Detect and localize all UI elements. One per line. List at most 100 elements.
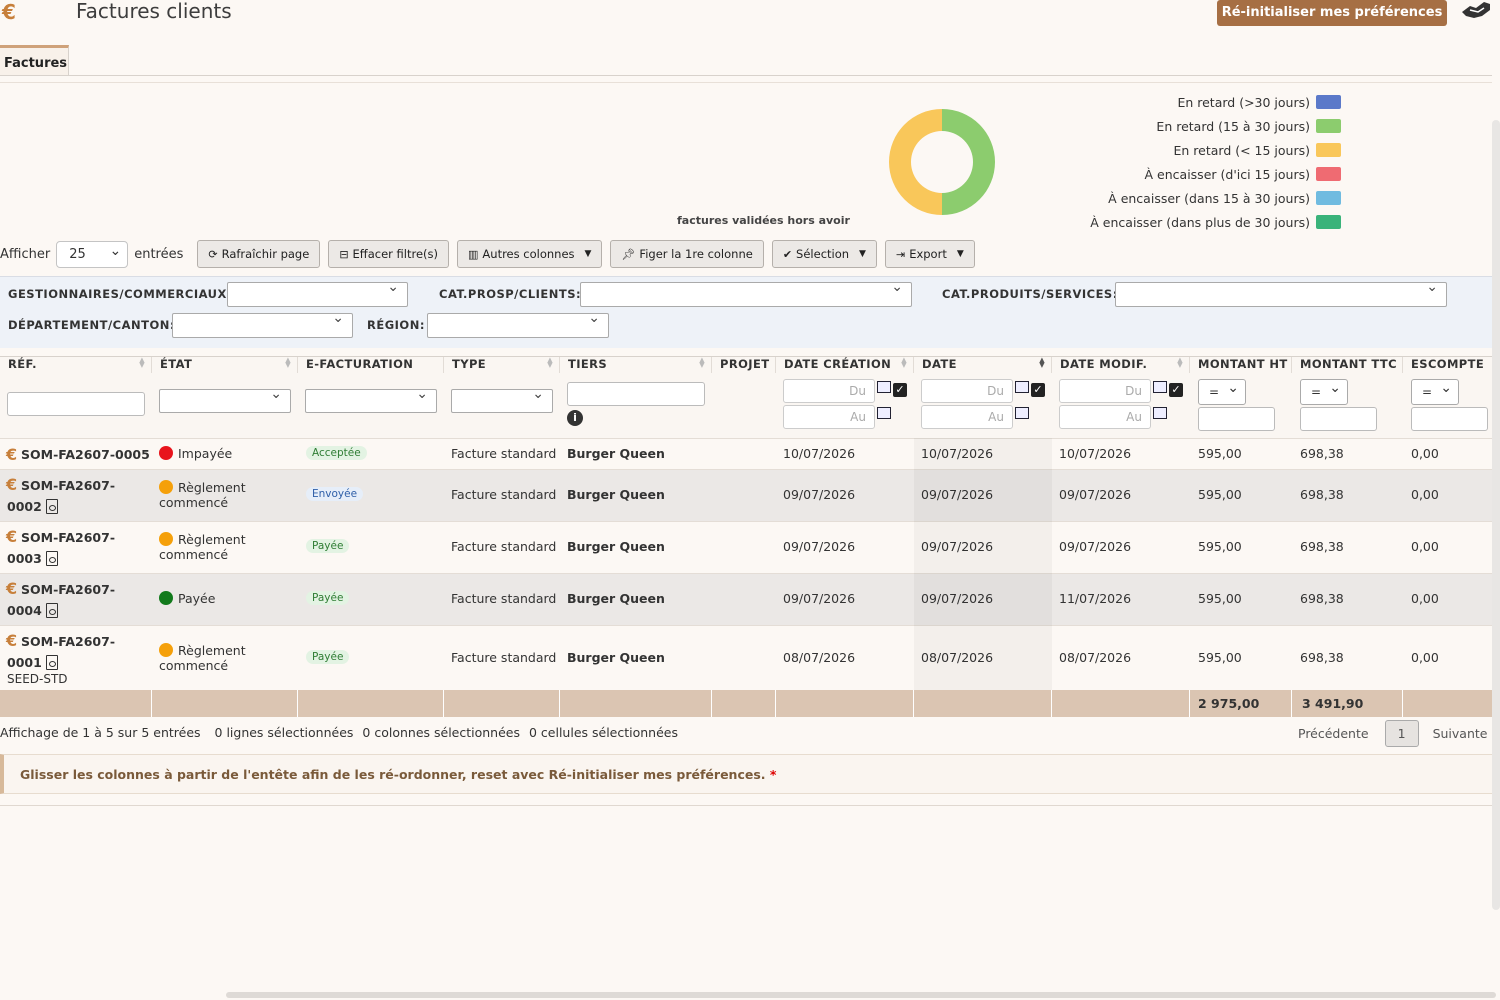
chart-title: factures validées hors avoir xyxy=(677,214,850,227)
tiers-link[interactable]: Burger Queen xyxy=(567,539,665,554)
gestionnaires-label: GESTIONNAIRES/COMMERCIAUX: xyxy=(8,287,232,301)
date-modif-to-input[interactable]: Au xyxy=(1059,405,1151,429)
ttc-operator-select[interactable]: = xyxy=(1300,376,1348,405)
date-to-input[interactable]: Au xyxy=(921,405,1013,429)
pdf-icon[interactable] xyxy=(45,551,58,566)
montant-ht-cell: 595,00 xyxy=(1198,591,1242,606)
vertical-scrollbar[interactable] xyxy=(1492,120,1500,910)
invoice-ref-suffix[interactable]: 0002 xyxy=(7,496,58,517)
status-label: Règlement xyxy=(178,532,246,547)
freeze-column-button[interactable]: 📌︎ Figer la 1re colonne xyxy=(610,240,764,268)
table-row[interactable]: € SOM-FA2607-0005 Impayée Acceptée Facture s… xyxy=(0,438,1492,469)
date-from-input[interactable]: Du xyxy=(921,379,1013,403)
col-header-etat[interactable]: ÉTAT ▲ ▼ xyxy=(152,357,298,373)
etat-filter-select[interactable] xyxy=(159,386,291,413)
export-button[interactable]: ⇥ Export ▼ xyxy=(884,240,975,268)
col-type-label: TYPE xyxy=(452,357,487,371)
pdf-icon[interactable] xyxy=(45,499,58,514)
col-header-type[interactable]: TYPE ▲ ▼ xyxy=(444,357,560,373)
invoice-ref-link[interactable]: SOM-FA2607- xyxy=(21,475,115,496)
col-header-date-creation[interactable]: DATE CRÉATION ▲ ▼ xyxy=(776,357,914,373)
status-label: Règlement xyxy=(178,642,246,658)
other-columns-button[interactable]: ▥ Autres colonnes ▼ xyxy=(457,240,603,268)
region-select[interactable] xyxy=(427,310,609,338)
invoice-ref-suffix[interactable]: 0003 xyxy=(7,548,58,569)
invoice-ref-link[interactable]: SOM-FA2607-0005 xyxy=(21,444,150,465)
date-modif-from-input[interactable]: Du xyxy=(1059,379,1151,403)
check-icon[interactable]: ✓ xyxy=(893,383,907,397)
calendar-icon[interactable] xyxy=(1153,381,1167,393)
col-header-ref[interactable]: RÉF. ▲ ▼ xyxy=(0,357,152,373)
page-length-select[interactable]: 25 xyxy=(56,239,129,268)
check-icon[interactable]: ✓ xyxy=(1169,383,1183,397)
handshake-icon[interactable] xyxy=(1460,0,1492,24)
calendar-icon[interactable] xyxy=(877,381,891,393)
invoice-ref-link[interactable]: SOM-FA2607- xyxy=(21,527,115,548)
calendar-icon[interactable] xyxy=(1015,381,1029,393)
clear-filters-button[interactable]: ⊟ Effacer filtre(s) xyxy=(328,240,450,268)
escompte-cell: 0,00 xyxy=(1411,591,1439,606)
col-header-tiers[interactable]: TIERS ▲ ▼ xyxy=(560,357,712,373)
type-filter-select[interactable] xyxy=(451,386,553,413)
table-row[interactable]: € SOM-FA2607- 0001 SEED-STD Règlement commenc… xyxy=(0,625,1492,690)
col-header-escompte[interactable]: ESCOMPTE xyxy=(1403,357,1492,373)
tiers-link[interactable]: Burger Queen xyxy=(567,650,665,665)
col-header-date-modif[interactable]: DATE MODIF. ▲ ▼ xyxy=(1052,357,1190,373)
table-row[interactable]: € SOM-FA2607- 0002 Règlement commencé Envoyée… xyxy=(0,469,1492,521)
show-label: Afficher xyxy=(0,246,51,262)
col-header-montant-ht[interactable]: MONTANT HT xyxy=(1190,357,1292,373)
ttc-filter-input[interactable] xyxy=(1300,407,1377,431)
gestionnaires-select[interactable] xyxy=(227,279,408,307)
departement-select[interactable] xyxy=(172,310,353,338)
cat-produits-select[interactable] xyxy=(1115,279,1447,307)
refresh-label: Rafraîchir page xyxy=(221,247,310,261)
refresh-button[interactable]: ⟳ Rafraîchir page xyxy=(197,240,321,268)
escompte-filter-input[interactable] xyxy=(1411,407,1488,431)
cat-clients-select[interactable] xyxy=(580,279,912,307)
horizontal-scrollbar[interactable] xyxy=(226,992,1496,998)
page-1-button[interactable]: 1 xyxy=(1384,720,1419,747)
next-page-link[interactable]: Suivante xyxy=(1433,726,1488,741)
ref-filter-input[interactable] xyxy=(7,392,145,416)
pdf-icon[interactable] xyxy=(45,603,58,618)
total-cell xyxy=(298,690,444,717)
page-header: € Factures clients Ré-initialiser mes pr… xyxy=(0,0,1500,40)
efact-filter-select[interactable] xyxy=(305,386,437,413)
calendar-icon[interactable] xyxy=(1015,407,1029,419)
invoice-donut-chart xyxy=(889,109,995,215)
total-ttc: 3 491,90 xyxy=(1292,690,1403,717)
invoice-ref-suffix[interactable]: 0001 xyxy=(7,652,58,673)
date-creation-from-input[interactable]: Du xyxy=(783,379,875,403)
tiers-link[interactable]: Burger Queen xyxy=(567,591,665,606)
previous-page-link[interactable]: Précédente xyxy=(1298,726,1369,741)
tiers-link[interactable]: Burger Queen xyxy=(567,487,665,502)
tab-factures[interactable]: Factures xyxy=(0,45,69,75)
ht-operator-select[interactable]: = xyxy=(1198,376,1246,405)
selection-button[interactable]: ✔ Sélection ▼ xyxy=(771,240,877,268)
info-icon[interactable]: i xyxy=(567,410,583,426)
pdf-icon[interactable] xyxy=(45,655,58,670)
legend-item: En retard (< 15 jours) xyxy=(1090,138,1341,162)
status-label-2: commencé xyxy=(159,547,229,562)
euro-icon: € xyxy=(6,445,18,464)
col-header-date[interactable]: DATE ▲ ▼ xyxy=(914,357,1052,373)
table-row[interactable]: € SOM-FA2607- 0004 Payée Payée Facture standa… xyxy=(0,573,1492,625)
reset-preferences-button[interactable]: Ré-initialiser mes préférences xyxy=(1217,0,1447,26)
table-row[interactable]: € SOM-FA2607- 0003 Règlement commencé Payée Fa… xyxy=(0,521,1492,573)
col-header-projet[interactable]: PROJET xyxy=(712,357,776,373)
tiers-link[interactable]: Burger Queen xyxy=(567,446,665,461)
tiers-filter-input[interactable] xyxy=(567,382,705,406)
calendar-icon[interactable] xyxy=(1153,407,1167,419)
escompte-operator-select[interactable]: = xyxy=(1411,376,1459,405)
date-creation-to-input[interactable]: Au xyxy=(783,405,875,429)
calendar-icon[interactable] xyxy=(877,407,891,419)
invoice-ref-link[interactable]: SOM-FA2607- xyxy=(21,631,115,652)
col-header-efacturation[interactable]: E-FACTURATION xyxy=(298,357,444,373)
invoice-ref-link[interactable]: SOM-FA2607- xyxy=(21,579,115,600)
type-cell: Facture standard xyxy=(451,539,557,554)
col-header-montant-ttc[interactable]: MONTANT TTC xyxy=(1292,357,1403,373)
check-icon[interactable]: ✓ xyxy=(1031,383,1045,397)
entries-info: Affichage de 1 à 5 sur 5 entrées xyxy=(0,725,201,740)
invoice-ref-suffix[interactable]: 0004 xyxy=(7,600,58,621)
ht-filter-input[interactable] xyxy=(1198,407,1275,431)
